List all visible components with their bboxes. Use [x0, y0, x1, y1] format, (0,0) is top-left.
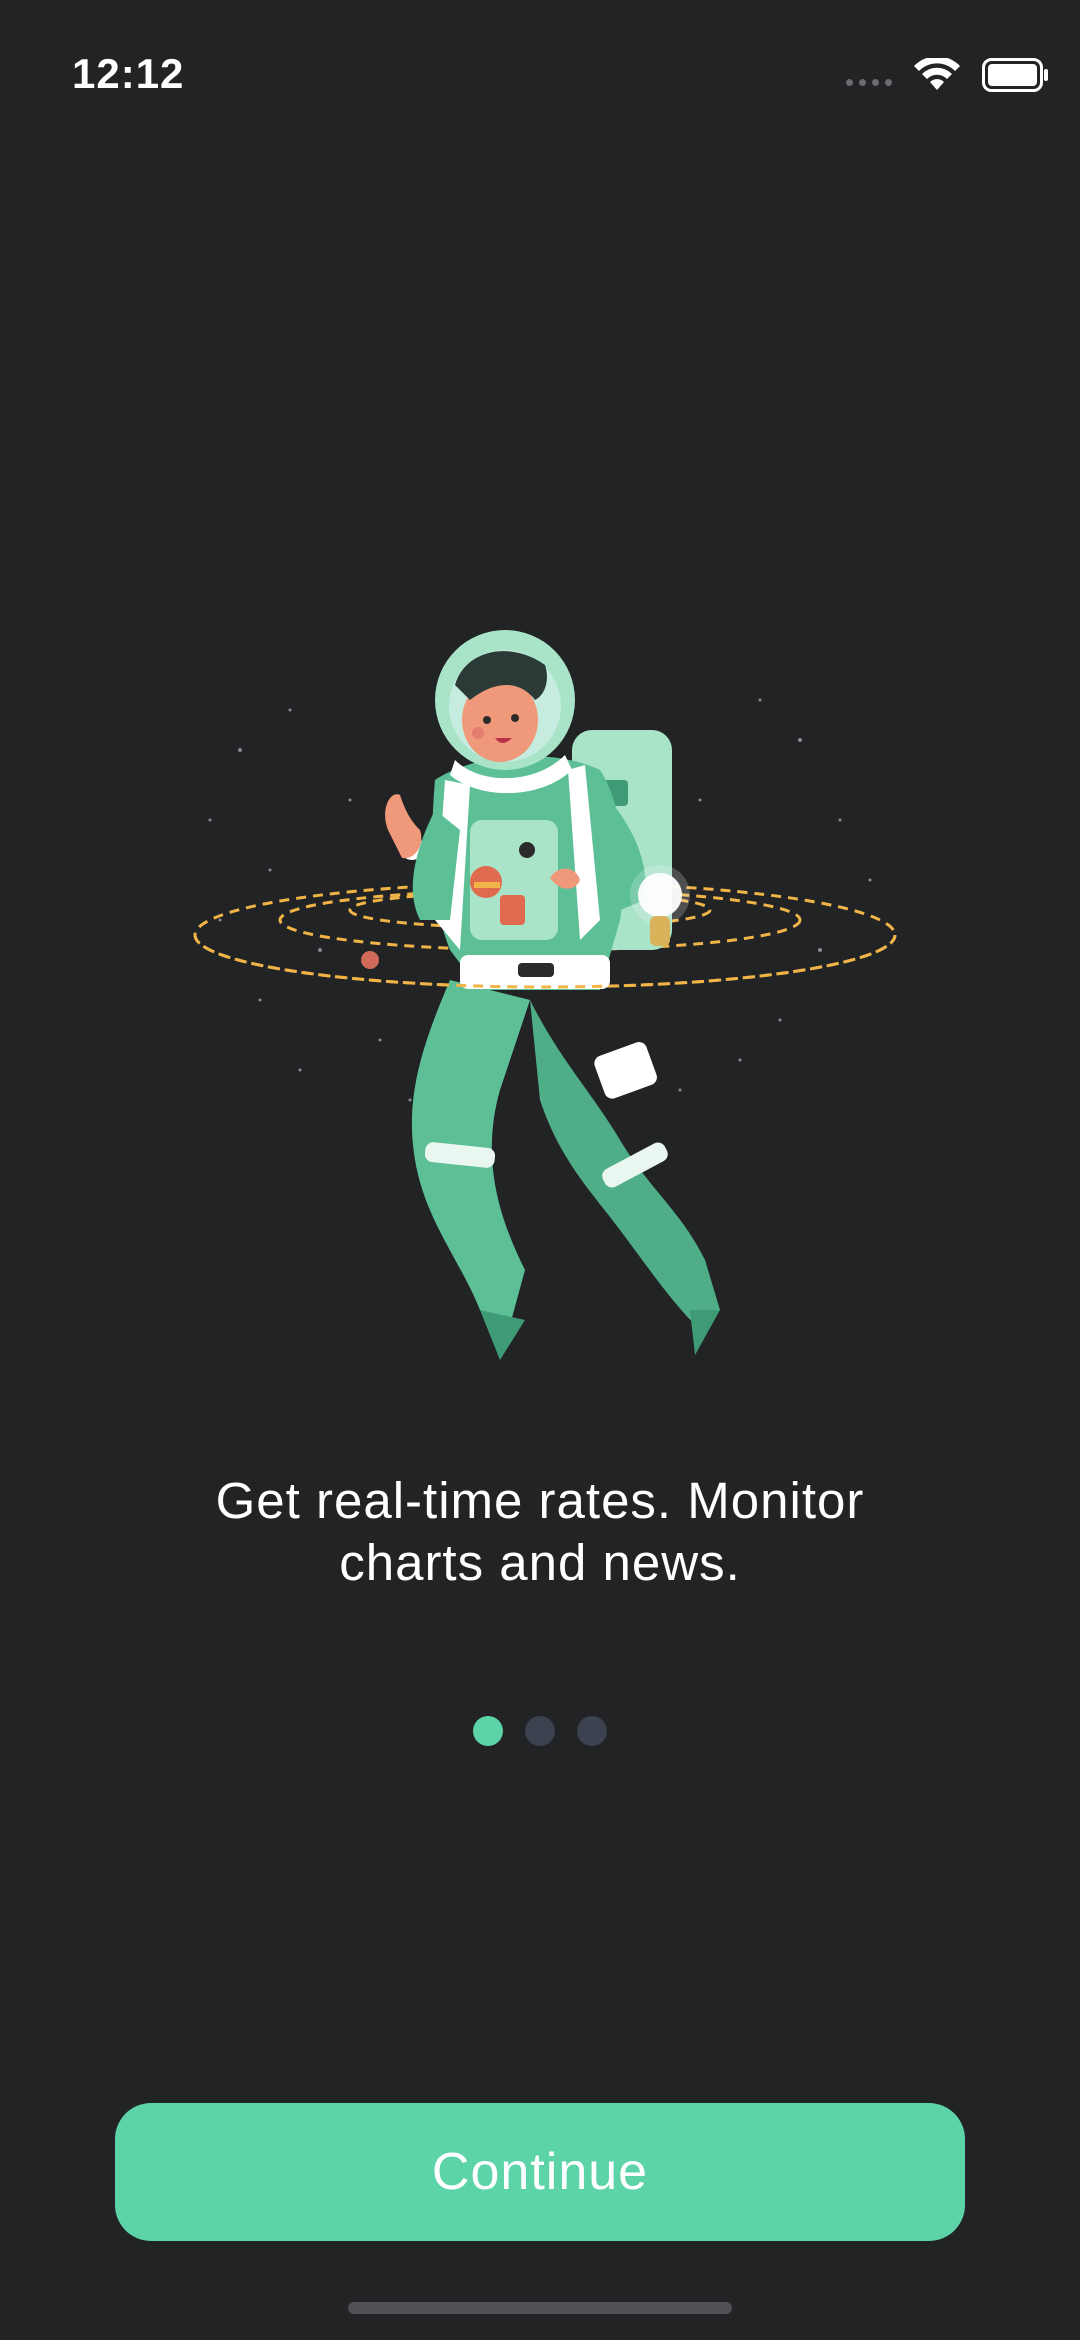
page-dot-1[interactable] [473, 1716, 503, 1746]
status-bar: 12:12 [0, 0, 1080, 150]
continue-button[interactable]: Continue [115, 2103, 965, 2241]
page-dot-3[interactable] [577, 1716, 607, 1746]
tagline-line-1: Get real-time rates. Monitor [215, 1472, 865, 1529]
home-indicator[interactable] [348, 2302, 732, 2314]
battery-icon [982, 58, 1048, 92]
status-time: 12:12 [72, 50, 185, 97]
astronaut-illustration [193, 630, 897, 1360]
tagline-line-2: charts and news. [339, 1534, 741, 1591]
cellular-signal-icon [846, 78, 892, 86]
page-indicator [0, 1716, 1080, 1746]
page-dot-2[interactable] [525, 1716, 555, 1746]
wifi-icon [914, 58, 960, 90]
small-planet [361, 951, 379, 969]
status-icons [846, 58, 1050, 92]
onboarding-tagline: Get real-time rates. Monitor charts and … [90, 1470, 990, 1594]
